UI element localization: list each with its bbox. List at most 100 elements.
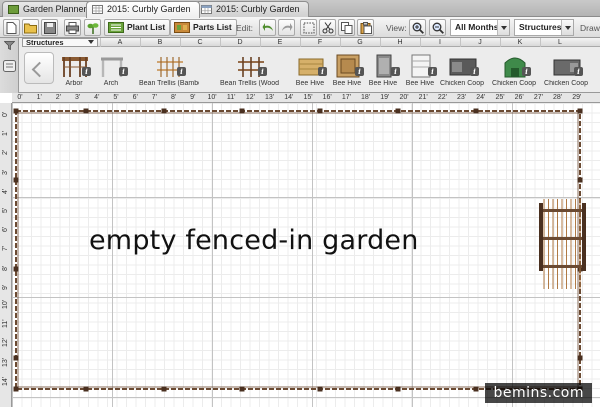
main-toolbar: Plant List Parts List Edit: View: All Mo… bbox=[0, 17, 600, 38]
info-icon[interactable]: i bbox=[428, 67, 437, 76]
new-button[interactable] bbox=[3, 19, 20, 36]
fence-post bbox=[473, 386, 479, 392]
storage-icon bbox=[3, 60, 16, 72]
fence-post bbox=[239, 386, 245, 392]
fence-post bbox=[13, 386, 19, 392]
ruler-tick-label: 8' bbox=[2, 265, 9, 271]
paste-button[interactable] bbox=[357, 19, 374, 36]
palette-item-label: Bean Trellis (Bamboo 2') bbox=[139, 80, 199, 87]
select-button[interactable] bbox=[300, 19, 317, 36]
ruler-tick-label: 5' bbox=[2, 207, 9, 213]
parts-list-button[interactable]: Parts List bbox=[170, 19, 237, 36]
zoom-in-button[interactable] bbox=[409, 19, 426, 36]
trellis-post bbox=[582, 203, 586, 271]
palette-column-letter: B bbox=[140, 38, 179, 47]
print-icon bbox=[66, 22, 79, 34]
fence-post bbox=[13, 355, 19, 361]
palette-item-chicken-coop-2[interactable]: i Chicken Coop bbox=[490, 50, 538, 92]
fence-post bbox=[161, 386, 167, 392]
selection-icon bbox=[303, 22, 314, 34]
info-icon[interactable]: i bbox=[119, 67, 128, 76]
new-document-icon bbox=[6, 22, 17, 34]
ruler-tick-label: 16' bbox=[322, 94, 332, 101]
plant-list-button[interactable]: Plant List bbox=[104, 19, 171, 36]
ruler-tick-label: 12' bbox=[2, 338, 9, 348]
fence-post bbox=[13, 266, 19, 272]
months-select[interactable]: All Months bbox=[450, 19, 510, 36]
scissors-icon bbox=[322, 22, 333, 34]
tab-garden-planner[interactable]: Garden Planner bbox=[2, 1, 96, 17]
ruler-tick-label: 8' bbox=[170, 94, 177, 101]
ruler-tick-label: 22' bbox=[437, 94, 447, 101]
tab-label: 2015: Curbly Garden bbox=[107, 4, 191, 14]
save-button[interactable] bbox=[41, 19, 58, 36]
ruler-tick-label: 3' bbox=[2, 169, 9, 175]
palette-item-chicken-coop-3[interactable]: i Chicken Coop bbox=[542, 50, 590, 92]
ruler-tick-label: 28' bbox=[553, 94, 563, 101]
trellis-rail bbox=[540, 209, 586, 212]
info-icon[interactable]: i bbox=[574, 67, 583, 76]
chevron-down-icon bbox=[88, 40, 94, 47]
palette-item-label: Chicken Coop bbox=[544, 80, 588, 87]
palette-column-letter: J bbox=[460, 38, 499, 47]
chevron-down-icon[interactable] bbox=[497, 20, 509, 35]
trellis-post bbox=[539, 203, 543, 271]
palette-column-letter: D bbox=[220, 38, 259, 47]
ruler-tick-label: 11' bbox=[226, 94, 236, 101]
info-icon[interactable]: i bbox=[470, 67, 479, 76]
ruler-tick-label: 15' bbox=[303, 94, 313, 101]
category-select[interactable]: Structures bbox=[22, 38, 98, 47]
undo-button[interactable] bbox=[259, 19, 276, 36]
paste-icon bbox=[360, 22, 372, 34]
info-icon[interactable]: i bbox=[258, 67, 267, 76]
info-icon[interactable]: i bbox=[522, 67, 531, 76]
ruler-tick-label: 21' bbox=[418, 94, 428, 101]
ruler-tick-label: 19' bbox=[380, 94, 390, 101]
layer-select[interactable]: Structures bbox=[514, 19, 574, 36]
cut-button[interactable] bbox=[319, 19, 336, 36]
tab-curbly-garden-plan[interactable]: 2015: Curbly Garden bbox=[86, 1, 200, 18]
object-palette: ABCDEFGHIJKL Structures i Arbor i Arch i… bbox=[0, 38, 600, 93]
parts-list-icon bbox=[174, 22, 190, 33]
redo-button[interactable] bbox=[278, 19, 295, 36]
fence-post bbox=[83, 108, 89, 114]
plant-icon bbox=[87, 23, 98, 34]
ruler-tick-label: 1' bbox=[36, 94, 42, 101]
print-button[interactable] bbox=[64, 19, 81, 36]
tab-label: Garden Planner bbox=[23, 4, 87, 14]
ruler-tick-label: 10' bbox=[207, 94, 217, 101]
ruler-tick-label: 14' bbox=[2, 376, 9, 386]
grid-icon bbox=[92, 5, 103, 14]
open-button[interactable] bbox=[22, 19, 39, 36]
ruler-tick-label: 13' bbox=[265, 94, 275, 101]
ruler-tick-label: 7' bbox=[2, 246, 9, 252]
palette-item-arch[interactable]: i Arch bbox=[87, 50, 135, 92]
palette-column-letter: G bbox=[340, 38, 379, 47]
redo-icon bbox=[281, 23, 292, 31]
watermark: bemins.com bbox=[485, 383, 592, 403]
chevron-down-icon[interactable] bbox=[561, 20, 573, 35]
fence-post bbox=[577, 108, 583, 114]
ruler-tick-label: 25' bbox=[495, 94, 505, 101]
copy-button[interactable] bbox=[338, 19, 355, 36]
palette-sidebar[interactable] bbox=[0, 38, 19, 93]
ruler-tick-label: 5' bbox=[113, 94, 119, 101]
ruler-tick-label: 18' bbox=[361, 94, 371, 101]
copy-icon bbox=[340, 22, 352, 34]
plant-button[interactable] bbox=[84, 19, 101, 36]
zoom-out-button[interactable] bbox=[429, 19, 446, 36]
fence-post bbox=[577, 355, 583, 361]
ruler-tick-label: 27' bbox=[533, 94, 543, 101]
info-icon[interactable]: i bbox=[177, 67, 186, 76]
palette-column-letter: C bbox=[180, 38, 219, 47]
fence-post bbox=[161, 108, 167, 114]
palette-item-label: Bean Trellis (Wood 2') bbox=[220, 80, 280, 87]
palette-item-bean-trellis-wood[interactable]: i Bean Trellis (Wood 2') bbox=[220, 50, 280, 92]
palette-item-label: Arch bbox=[103, 80, 119, 87]
palette-item-chicken-coop-1[interactable]: i Chicken Coop bbox=[438, 50, 486, 92]
fence-post bbox=[13, 177, 19, 183]
tab-curbly-garden-calendar[interactable]: 2015: Curbly Garden bbox=[195, 1, 309, 17]
palette-item-bean-trellis-bamboo[interactable]: i Bean Trellis (Bamboo 2') bbox=[139, 50, 199, 92]
palette-column-letter: E bbox=[260, 38, 299, 47]
ruler-tick-label: 7' bbox=[151, 94, 158, 101]
